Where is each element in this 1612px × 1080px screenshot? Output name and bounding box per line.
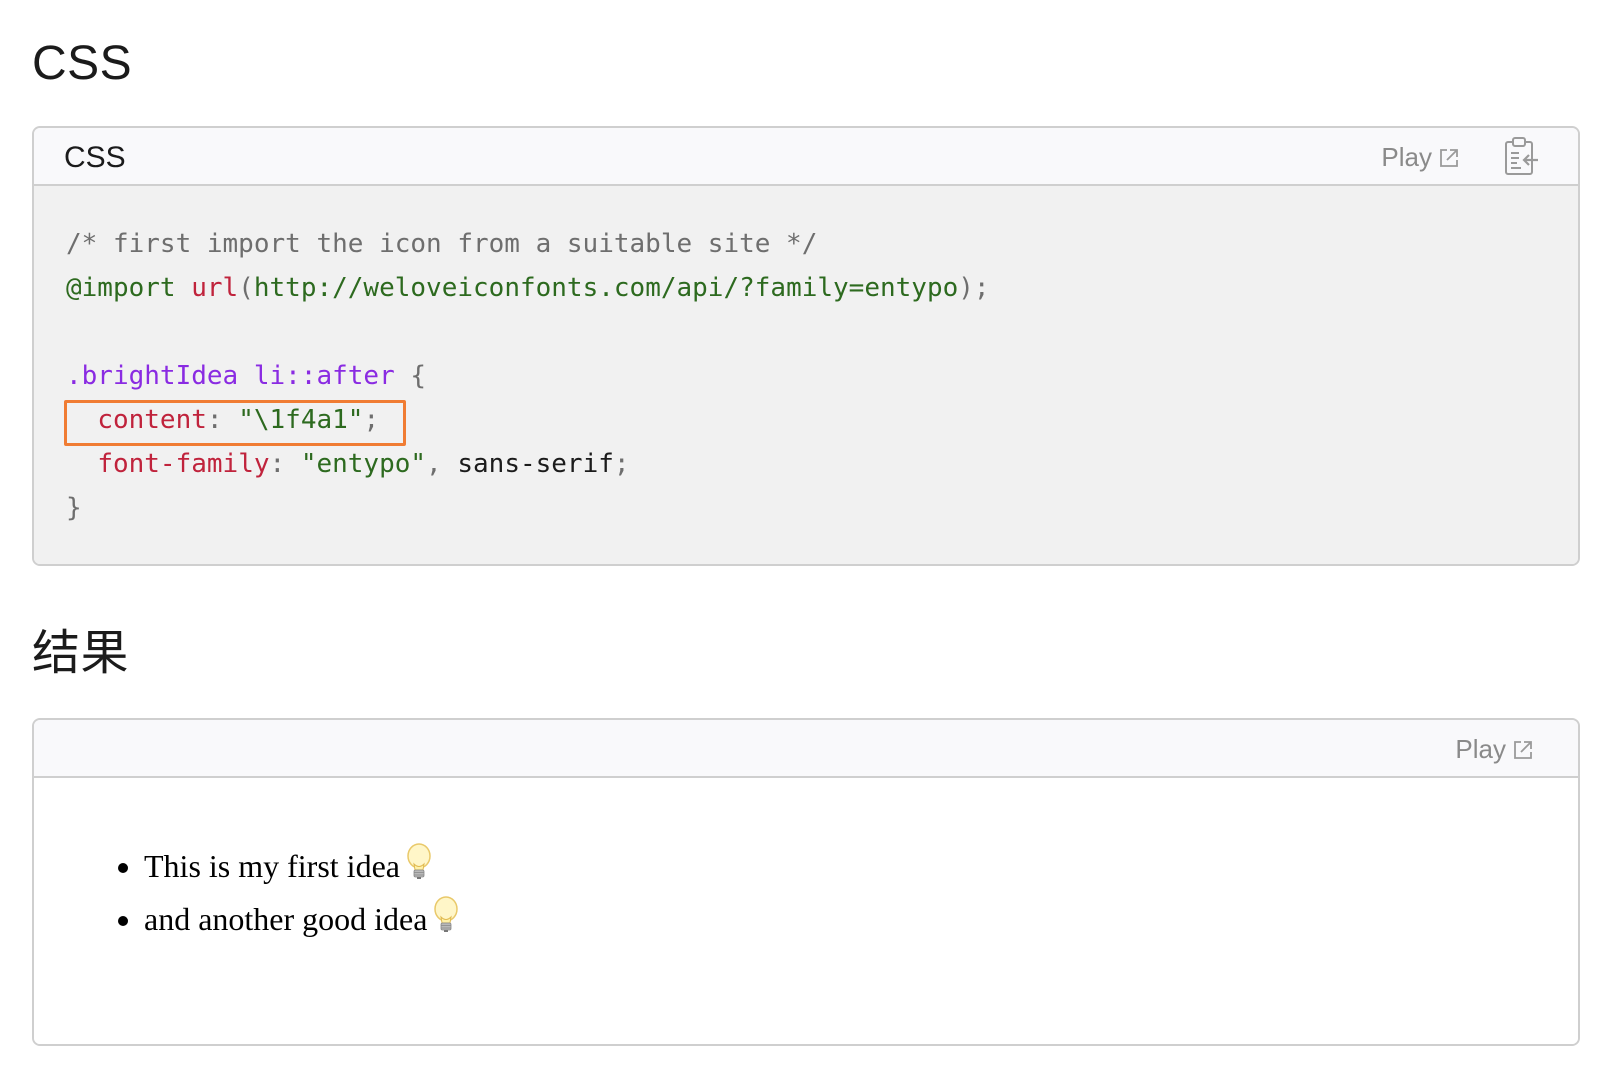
code-token: http://weloveiconfonts.com/api/?family=e… — [253, 273, 959, 303]
code-line: .brightIdea li::after { — [66, 354, 1578, 398]
css-code-body: /* first import the icon from a suitable… — [34, 186, 1578, 564]
code-token: "entypo" — [300, 449, 427, 479]
play-label: Play — [1455, 734, 1506, 764]
code-token: , — [426, 449, 458, 479]
code-token: .brightIdea li::after — [66, 361, 395, 391]
code-line: /* first import the icon from a suitable… — [66, 222, 1578, 266]
result-body: This is my first idea and another good i… — [34, 778, 1578, 1044]
css-play-link[interactable]: Play — [1381, 142, 1460, 173]
light-bulb-icon — [407, 843, 431, 879]
external-link-icon — [1440, 148, 1458, 167]
code-token: ( — [238, 273, 254, 303]
code-lines: /* first import the icon from a suitable… — [66, 222, 1578, 530]
list-item-text: This is my first idea — [144, 848, 400, 884]
code-token: ; — [613, 449, 630, 479]
content-line-highlight — [64, 400, 406, 446]
code-token: /* first import the icon from a suitable… — [66, 229, 818, 259]
list-item-text: and another good idea — [144, 901, 428, 937]
play-label: Play — [1381, 142, 1432, 172]
external-link-icon — [1514, 740, 1532, 759]
css-code-header: CSS Play — [34, 128, 1578, 186]
code-token: ); — [958, 273, 990, 303]
css-section-title: CSS — [32, 37, 133, 90]
result-play-link[interactable]: Play — [1455, 734, 1534, 765]
code-token: @import — [66, 273, 176, 303]
copy-to-clipboard-icon[interactable] — [1500, 136, 1542, 178]
code-token: : — [269, 449, 301, 479]
code-token: { — [394, 361, 427, 391]
result-example: Play This is my first idea — [32, 718, 1580, 1046]
page: CSS CSS Play /* first import the icon fr… — [0, 0, 1612, 1080]
light-bulb-icon — [434, 896, 459, 932]
code-line: @import url(http://weloveiconfonts.com/a… — [66, 266, 1578, 310]
code-language-label: CSS — [64, 141, 126, 174]
result-header: Play — [34, 720, 1578, 778]
code-token: url — [191, 273, 239, 303]
result-list: This is my first idea and another good i… — [34, 840, 1578, 946]
code-line: font-family: "entypo", sans-serif; — [66, 442, 1578, 486]
list-item: This is my first idea — [144, 840, 1578, 893]
code-token: font-family — [97, 449, 270, 479]
code-line: } — [66, 486, 1578, 530]
code-token: sans-serif — [457, 449, 614, 479]
result-section-title: 结果 — [32, 627, 130, 680]
list-item: and another good idea — [144, 893, 1578, 946]
css-code-example: CSS Play /* first import the icon from a… — [32, 126, 1580, 566]
code-token: } — [66, 493, 82, 523]
